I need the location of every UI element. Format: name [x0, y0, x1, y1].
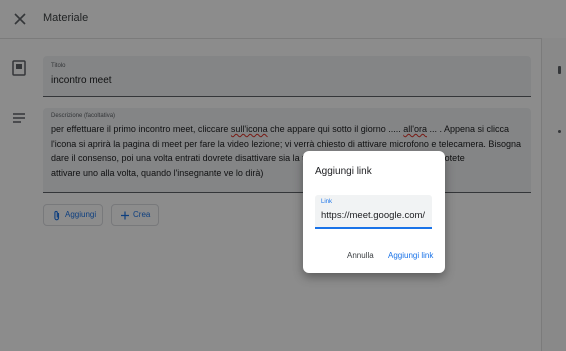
- link-input[interactable]: [319, 208, 433, 222]
- page: Materiale Titolo incontro meet Descrizio…: [0, 0, 566, 351]
- modal-scrim[interactable]: [0, 0, 566, 351]
- link-field-label: Link: [321, 199, 333, 205]
- add-link-dialog: Aggiungi link Link Annulla Aggiungi link: [303, 151, 445, 273]
- add-link-button[interactable]: Aggiungi link: [388, 251, 433, 260]
- cancel-button[interactable]: Annulla: [347, 251, 374, 260]
- dialog-title: Aggiungi link: [315, 166, 372, 177]
- link-field[interactable]: Link: [315, 195, 433, 229]
